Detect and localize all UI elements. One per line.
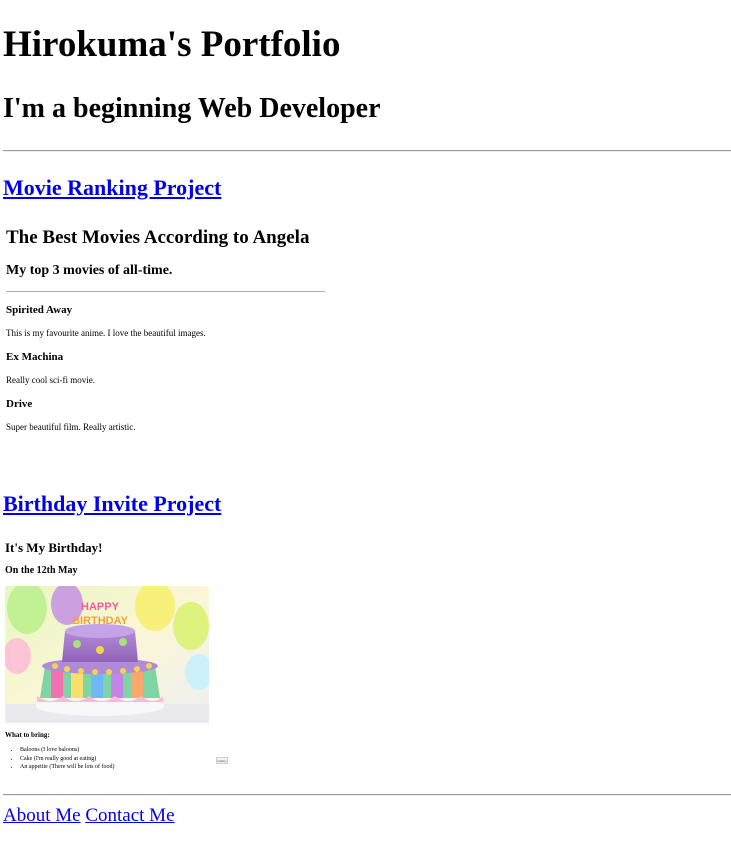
movie-preview-title: The Best Movies According to Angela	[6, 227, 310, 248]
movie-preview-divider	[6, 291, 325, 292]
birthday-bring-list: Baloons (I love baloons) Cake (I'm reall…	[5, 746, 114, 772]
movie-name: Spirited Away	[6, 304, 73, 316]
movie-preview-subtitle: My top 3 movies of all-time.	[6, 263, 173, 278]
birthday-preview-date: On the 12th May	[5, 565, 78, 576]
movie-description: Super beautiful film. Really artistic.	[6, 422, 136, 432]
movie-name: Drive	[6, 398, 33, 410]
birthday-invite-project-link[interactable]: Birthday Invite Project	[3, 493, 221, 515]
birthday-cake-image: HAPPY BIRTHDAY	[5, 586, 209, 723]
birthday-bring-heading: What to bring:	[5, 731, 50, 739]
list-item: Baloons (I love baloons)	[20, 746, 114, 755]
birthday-invite-preview[interactable]: It's My Birthday! On the 12th May HAPPY …	[3, 536, 243, 776]
list-item: Cake (I'm really good at eating)	[20, 755, 114, 764]
divider-bottom	[3, 794, 731, 796]
movie-ranking-project-link[interactable]: Movie Ranking Project	[3, 177, 221, 199]
list-item: An appetite (There will be lots of food)	[20, 763, 114, 772]
movie-ranking-preview[interactable]: The Best Movies According to Angela My t…	[3, 222, 333, 452]
movie-name: Ex Machina	[6, 351, 64, 363]
cake-text: HAPPY	[81, 601, 120, 613]
contact-me-link[interactable]: Contact Me	[85, 805, 174, 826]
page-subtitle: I'm a beginning Web Developer	[3, 93, 381, 124]
cake-text: BIRTHDAY	[72, 615, 128, 627]
footer-nav: About Me Contact Me	[3, 806, 175, 825]
movie-description: Really cool sci-fi movie.	[6, 375, 95, 385]
movie-description: This is my favourite anime. I love the b…	[6, 328, 206, 338]
gallery-button[interactable]: Gallery	[216, 757, 228, 764]
portfolio-page: Hirokuma's Portfolio I'm a beginning Web…	[0, 0, 731, 855]
birthday-preview-title: It's My Birthday!	[5, 540, 103, 555]
about-me-link[interactable]: About Me	[3, 805, 81, 826]
page-title: Hirokuma's Portfolio	[3, 24, 341, 65]
divider-top	[3, 150, 731, 152]
